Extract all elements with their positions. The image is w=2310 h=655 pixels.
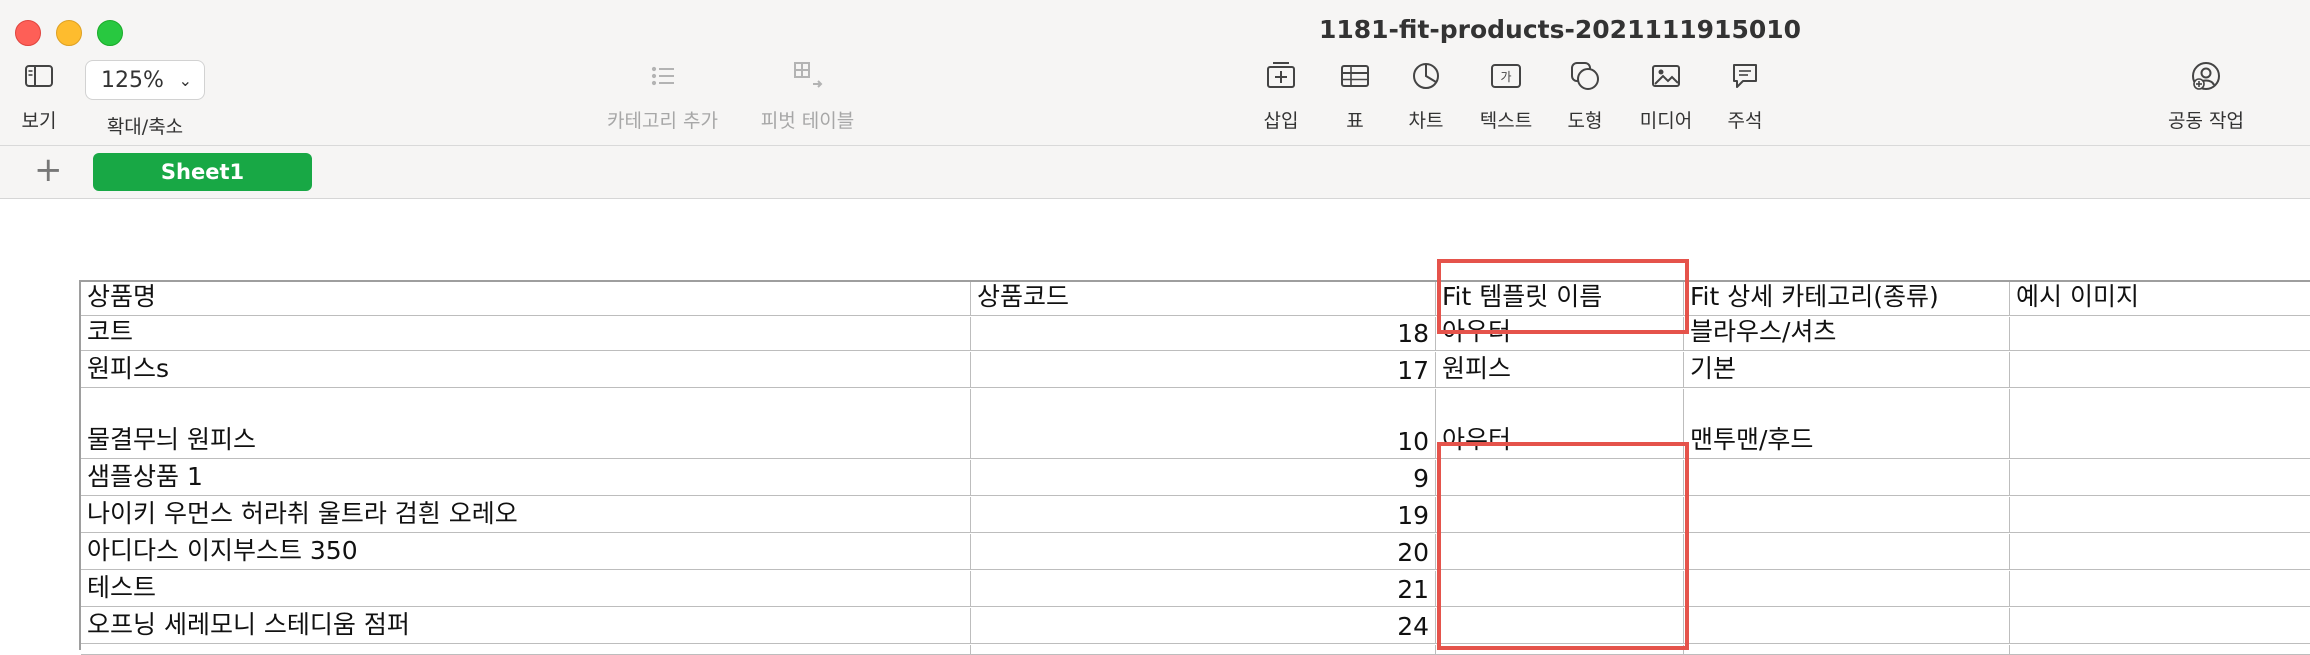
table-icon: [1341, 65, 1369, 87]
add-category-label: 카테고리 추가: [607, 110, 718, 132]
chevron-down-icon: ⌄: [178, 71, 192, 90]
cell-sample-image[interactable]: [2010, 571, 2310, 607]
cell-product-name[interactable]: 테스트: [81, 571, 971, 607]
cell-product-name[interactable]: 원피스s: [81, 352, 971, 388]
comment-button[interactable]: 주석: [1722, 58, 1768, 133]
media-icon: [1652, 65, 1680, 87]
close-window-button[interactable]: [15, 20, 41, 46]
list-icon: [651, 66, 674, 86]
header-fit-category[interactable]: Fit 상세 카테고리(종류): [1684, 281, 2010, 316]
comment-label: 주석: [1727, 110, 1763, 132]
insert-label: 삽입: [1263, 110, 1299, 132]
cell-product-code[interactable]: 24: [971, 608, 1436, 644]
minimize-window-button[interactable]: [56, 20, 82, 46]
cell-product-name[interactable]: 오프닝 세레모니 스테디움 점퍼: [81, 608, 971, 644]
pivot-table-button[interactable]: 피벗 테이블: [755, 58, 860, 133]
shape-label: 도형: [1567, 110, 1603, 132]
shape-button[interactable]: 도형: [1562, 58, 1608, 133]
cell-product-name[interactable]: 나이키 우먼스 허라취 울트라 검흰 오레오: [81, 497, 971, 533]
cell-next-row[interactable]: [81, 645, 971, 655]
shape-icon: [1571, 62, 1599, 90]
cell-fit-category[interactable]: 맨투맨/후드: [1684, 389, 2010, 459]
cell-product-name[interactable]: 아디다스 이지부스트 350: [81, 534, 971, 570]
sidebar-icon: [25, 65, 53, 87]
zoom-value: 125%: [101, 68, 164, 93]
cell-product-code[interactable]: 21: [971, 571, 1436, 607]
cell-fit-template[interactable]: 원피스: [1436, 352, 1684, 388]
sheet-tab-bar: + Sheet1: [0, 146, 2310, 199]
cell-next-row[interactable]: [2010, 645, 2310, 655]
table-button[interactable]: 표: [1335, 58, 1375, 133]
cell-fit-category[interactable]: [1684, 460, 2010, 496]
maximize-window-button[interactable]: [97, 20, 123, 46]
zoom-label: 확대/축소: [106, 116, 184, 138]
collaborate-icon: [2192, 62, 2220, 90]
zoom-select[interactable]: 125% ⌄: [85, 60, 205, 100]
chart-button[interactable]: 차트: [1403, 58, 1449, 133]
window-toolbar: 1181-fit-products-2021111915010 보기 125% …: [0, 0, 2310, 146]
media-label: 미디어: [1639, 110, 1693, 132]
highlight-box-header: [1437, 259, 1689, 334]
cell-product-name[interactable]: 샘플상품 1: [81, 460, 971, 496]
cell-fit-category[interactable]: [1684, 534, 2010, 570]
cell-product-code[interactable]: 20: [971, 534, 1436, 570]
text-label: 텍스트: [1479, 110, 1533, 132]
cell-fit-category[interactable]: 기본: [1684, 352, 2010, 388]
cell-sample-image[interactable]: [2010, 497, 2310, 533]
cell-product-code[interactable]: 10: [971, 389, 1436, 459]
pivot-table-label: 피벗 테이블: [760, 110, 855, 132]
cell-product-name[interactable]: 코트: [81, 317, 971, 351]
cell-product-code[interactable]: 9: [971, 460, 1436, 496]
cell-sample-image[interactable]: [2010, 317, 2310, 351]
cell-fit-category[interactable]: [1684, 608, 2010, 644]
text-icon-glyph: 가: [1500, 70, 1511, 84]
add-sheet-button[interactable]: +: [34, 151, 63, 189]
highlight-box-empty-cells: [1437, 442, 1689, 650]
cell-fit-category[interactable]: [1684, 497, 2010, 533]
sheet-tab-sheet1[interactable]: Sheet1: [93, 153, 312, 191]
cell-fit-category[interactable]: [1684, 571, 2010, 607]
collaborate-label: 공동 작업: [2168, 110, 2244, 132]
table-label: 표: [1346, 110, 1364, 132]
document-title: 1181-fit-products-2021111915010: [1318, 15, 1802, 44]
cell-sample-image[interactable]: [2010, 389, 2310, 459]
pivot-table-icon: [793, 62, 822, 88]
view-button[interactable]: 보기: [16, 58, 62, 133]
header-sample-image[interactable]: 예시 이미지: [2010, 281, 2310, 316]
cell-fit-category[interactable]: 블라우스/셔츠: [1684, 317, 2010, 351]
chart-label: 차트: [1408, 110, 1444, 132]
table-left-border: [79, 280, 81, 650]
cell-sample-image[interactable]: [2010, 534, 2310, 570]
zoom-label-wrap: 확대/축소: [100, 100, 190, 139]
cell-sample-image[interactable]: [2010, 352, 2310, 388]
cell-product-code[interactable]: 19: [971, 497, 1436, 533]
cell-next-row[interactable]: [971, 645, 1436, 655]
cell-product-name[interactable]: 물결무늬 원피스: [81, 389, 971, 459]
header-product-name[interactable]: 상품명: [81, 281, 971, 316]
media-button[interactable]: 미디어: [1633, 58, 1699, 133]
cell-product-code[interactable]: 18: [971, 317, 1436, 351]
insert-icon: [1267, 62, 1295, 88]
chart-icon: [1413, 63, 1439, 89]
view-label: 보기: [21, 110, 57, 132]
cell-sample-image[interactable]: [2010, 608, 2310, 644]
table-top-border: [79, 280, 2310, 282]
text-button[interactable]: 가 텍스트: [1474, 58, 1538, 133]
cell-product-code[interactable]: 17: [971, 352, 1436, 388]
cell-next-row[interactable]: [1684, 645, 2010, 655]
comment-icon: [1733, 64, 1757, 88]
cell-sample-image[interactable]: [2010, 460, 2310, 496]
collaborate-button[interactable]: 공동 작업: [2160, 58, 2252, 133]
text-box-icon: 가: [1491, 64, 1521, 88]
insert-button[interactable]: 삽입: [1258, 58, 1304, 133]
add-category-button[interactable]: 카테고리 추가: [600, 58, 725, 133]
header-product-code[interactable]: 상품코드: [971, 281, 1436, 316]
